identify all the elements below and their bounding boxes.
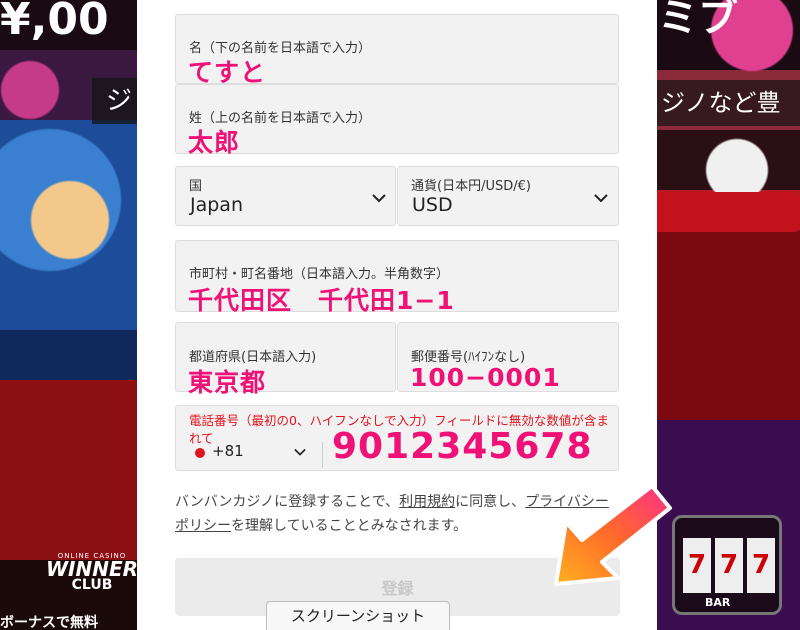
terms-link[interactable]: 利用規約 — [399, 494, 455, 510]
currency-label: 通貨(日本円/USD/€) — [411, 179, 531, 194]
phone-divider — [322, 442, 323, 468]
winner-club-logo: ONLINE CASINO WINNER CLUB — [44, 552, 140, 602]
currency-value: USD — [412, 194, 453, 216]
address-label: 市町村・町名番地（日本語入力。半角数字） — [189, 267, 450, 282]
background-headline-right: ミブ — [658, 0, 738, 38]
background-bottom-text: ボーナスで無料 — [0, 615, 98, 630]
background-banner-left: ジ — [92, 78, 137, 124]
consent-text-1: バンバンカジノに登録することで、 — [175, 494, 400, 510]
slot-reel: 7 — [683, 538, 711, 593]
address-value: 千代田区 千代田1−1 — [188, 286, 455, 315]
japan-flag-icon — [195, 448, 205, 458]
last-name-field[interactable]: 姓（上の名前を日本語で入力） 太郎 — [175, 84, 619, 157]
consent-text-2: に同意し、 — [455, 494, 526, 510]
chevron-down-icon — [372, 194, 386, 203]
last-name-value: 太郎 — [188, 128, 241, 157]
prefecture-value: 東京都 — [188, 368, 267, 397]
currency-select[interactable]: 通貨(日本円/USD/€) USD — [397, 166, 619, 226]
chevron-down-icon — [294, 448, 306, 456]
postal-code-field[interactable]: 郵便番号(ﾊｲﾌﾝなし) 100−0001 — [397, 322, 619, 392]
background-headline-left: ¥,00 — [0, 0, 109, 40]
slot-reel: 7 — [715, 538, 743, 593]
screenshot-tab[interactable]: スクリーンショット — [266, 601, 450, 630]
country-label: 国 — [189, 179, 203, 194]
slot-reel: 7 — [747, 538, 775, 593]
background-red-button — [657, 192, 800, 232]
background-banner-right: ジノなど豊 — [657, 80, 800, 126]
dial-code-select[interactable]: +81 — [212, 442, 244, 460]
logo-big-text: WINNER — [45, 557, 139, 581]
slot-bar-label: BAR — [705, 596, 731, 609]
country-select[interactable]: 国 Japan — [175, 166, 396, 226]
slot-machine-image: 7 7 7 BAR — [672, 515, 782, 615]
postal-code-value: 100−0001 — [410, 363, 561, 392]
consent-text-3: を理解していることとみなされます。 — [231, 518, 468, 534]
country-value: Japan — [190, 194, 243, 216]
chevron-down-icon — [594, 194, 608, 203]
prefecture-field[interactable]: 都道府県(日本語入力) 東京都 — [175, 322, 396, 397]
pointer-arrow-icon — [554, 484, 672, 586]
phone-number-value: 9012345678 — [332, 426, 593, 467]
address-field[interactable]: 市町村・町名番地（日本語入力。半角数字） 千代田区 千代田1−1 — [175, 240, 619, 315]
first-name-field[interactable]: 名（下の名前を日本語で入力） てすと — [175, 14, 619, 87]
phone-field[interactable]: 電話番号（最初の0、ハイフンなしで入力）フィールドに無効な数値が含まれて +81… — [175, 405, 619, 471]
